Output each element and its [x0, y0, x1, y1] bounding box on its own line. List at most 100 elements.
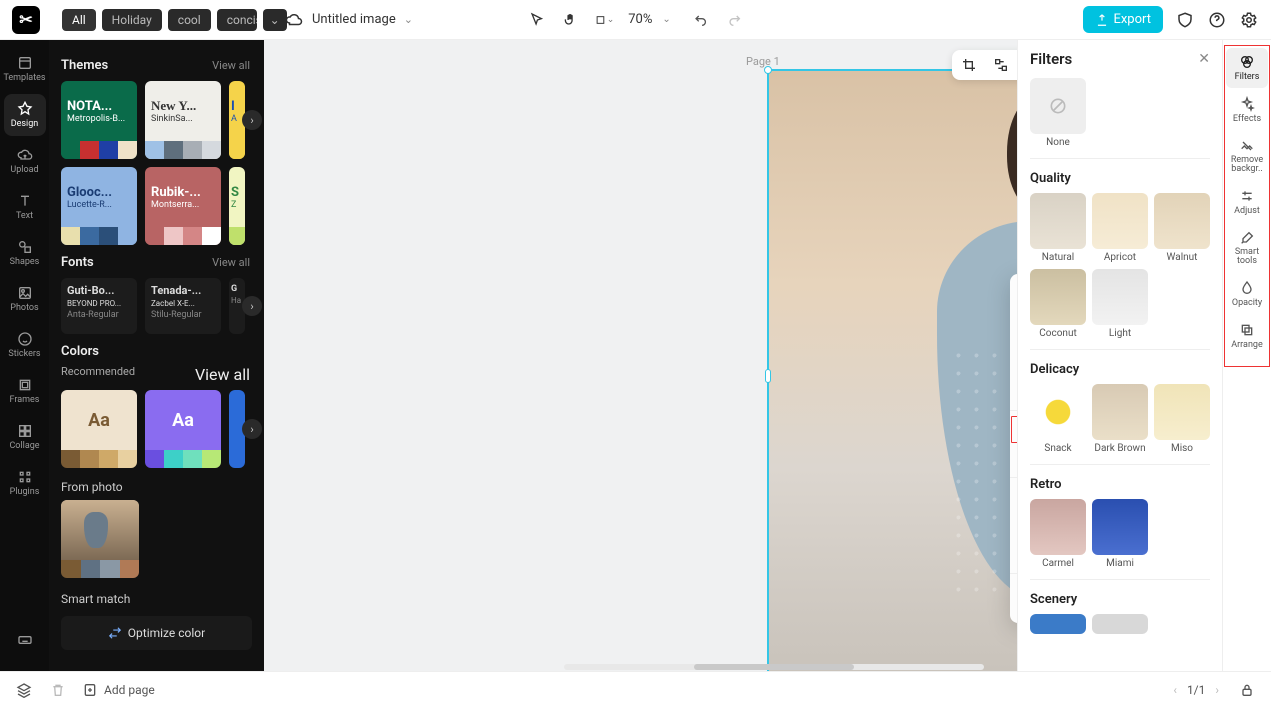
add-page-button[interactable]: Add page	[82, 682, 155, 698]
menu-layer-arrangement[interactable]: Layer arrangement›	[1010, 415, 1017, 444]
scenery-title: Scenery	[1030, 592, 1210, 607]
fonts-scroll-next[interactable]: ›	[242, 296, 262, 316]
cloud-sync-icon[interactable]	[284, 10, 304, 30]
zoom-level[interactable]: 70%⌄	[628, 12, 671, 27]
nav-text[interactable]: Text	[4, 186, 46, 228]
menu-lock[interactable]: Lock	[1010, 444, 1017, 473]
nav-plugins[interactable]: Plugins	[4, 462, 46, 504]
cursor-tool-icon[interactable]	[526, 10, 546, 30]
font-card[interactable]: Guti-Bo...BEYOND PRO...Anta-Regular	[61, 278, 137, 334]
theme-card[interactable]: New Y...SinkinSa...	[145, 81, 221, 159]
theme-card[interactable]: SZ	[229, 167, 245, 245]
menu-search-image[interactable]: Search image like this⛶	[1010, 578, 1017, 607]
theme-card[interactable]: NOTA...Metropolis-B...	[61, 81, 137, 159]
filters-panel: Filters ✕ None Quality Natural Apricot Wa…	[1017, 40, 1222, 671]
theme-card[interactable]: Rubik-...Montserra...	[145, 167, 221, 245]
tag-more[interactable]: ⌄	[263, 9, 287, 31]
lock-icon[interactable]	[1237, 680, 1257, 700]
filter-miso[interactable]: Miso	[1154, 384, 1210, 454]
rail-filters[interactable]: Filters	[1226, 48, 1268, 88]
redo-icon[interactable]	[725, 10, 745, 30]
optimize-color-button[interactable]: Optimize color	[61, 616, 252, 650]
canvas-scrollbar[interactable]	[564, 664, 984, 670]
crop-icon[interactable]	[960, 56, 978, 74]
tag-cool[interactable]: cool	[168, 9, 211, 31]
filter-none[interactable]: None	[1030, 78, 1086, 148]
undo-icon[interactable]	[691, 10, 711, 30]
menu-duplicate[interactable]: DuplicateCtrl+D	[1010, 348, 1017, 377]
filter-darkbrown[interactable]: Dark Brown	[1092, 384, 1148, 454]
export-button[interactable]: Export	[1083, 6, 1163, 33]
selected-image[interactable]	[767, 69, 1017, 671]
trash-icon[interactable]	[48, 680, 68, 700]
document-title[interactable]: Untitled image	[312, 12, 396, 27]
rail-adjust[interactable]: Adjust	[1226, 182, 1268, 222]
settings-icon[interactable]	[1239, 10, 1259, 30]
resize-handle[interactable]	[765, 369, 771, 383]
colors-viewall[interactable]: View all	[195, 365, 250, 384]
tag-all[interactable]: All	[62, 9, 96, 31]
color-card[interactable]: Aa	[145, 390, 221, 468]
title-chevron-icon[interactable]: ⌄	[404, 13, 413, 26]
menu-copy[interactable]: CopyCtrl + C	[1010, 290, 1017, 319]
crop-tool-icon[interactable]: ⌄	[594, 10, 614, 30]
nav-design[interactable]: Design	[4, 94, 46, 136]
nav-photos[interactable]: Photos	[4, 278, 46, 320]
rail-remove-bg[interactable]: Remove backgr..	[1226, 132, 1268, 180]
context-scroll-down[interactable]: ⌄	[1010, 607, 1017, 617]
menu-flip[interactable]: Flip›	[1010, 540, 1017, 569]
canvas[interactable]: Page 1 ⋯ ⌃ CopyCtrl + C PasteCtrl + V Du…	[264, 40, 1017, 671]
rail-smart-tools[interactable]: Smart tools	[1226, 224, 1268, 272]
themes-scroll-next[interactable]: ›	[242, 110, 262, 130]
nav-shapes[interactable]: Shapes	[4, 232, 46, 274]
filter-walnut[interactable]: Walnut	[1154, 193, 1210, 263]
nav-stickers[interactable]: Stickers	[4, 324, 46, 366]
layers-icon[interactable]	[14, 680, 34, 700]
filter-snack[interactable]: Snack	[1030, 384, 1086, 454]
filter-natural[interactable]: Natural	[1030, 193, 1086, 263]
menu-paste[interactable]: PasteCtrl + V	[1010, 319, 1017, 348]
tag-holiday[interactable]: Holiday	[102, 9, 162, 31]
menu-delete[interactable]: Delete⌫	[1010, 377, 1017, 406]
font-card[interactable]: Tenada-...Zacbel X-E...Stilu-Regular	[145, 278, 221, 334]
nav-frames[interactable]: Frames	[4, 370, 46, 412]
hand-tool-icon[interactable]	[560, 10, 580, 30]
nav-templates[interactable]: Templates	[4, 48, 46, 90]
rail-arrange[interactable]: Arrange	[1226, 316, 1268, 356]
filter-miami[interactable]: Miami	[1092, 499, 1148, 569]
filter-scenery-1[interactable]	[1030, 614, 1086, 634]
themes-viewall[interactable]: View all	[212, 59, 250, 72]
menu-apply-theme[interactable]: Apply color theme	[1010, 511, 1017, 540]
rail-effects[interactable]: Effects	[1226, 90, 1268, 130]
context-scroll-up[interactable]: ⌃	[1010, 280, 1017, 290]
right-tool-rail: Filters Effects Remove backgr.. Adjust S…	[1222, 40, 1271, 671]
filter-apricot[interactable]: Apricot	[1092, 193, 1148, 263]
filter-coconut[interactable]: Coconut	[1030, 269, 1086, 339]
rail-opacity[interactable]: Opacity	[1226, 274, 1268, 314]
colors-scroll-next[interactable]: ›	[242, 419, 262, 439]
shield-icon[interactable]	[1175, 10, 1195, 30]
nav-keyboard-icon[interactable]	[4, 619, 46, 661]
nav-collage[interactable]: Collage	[4, 416, 46, 458]
quality-title: Quality	[1030, 171, 1210, 186]
page-next-icon[interactable]: ›	[1215, 683, 1219, 697]
filter-light[interactable]: Light	[1092, 269, 1148, 339]
resize-handle[interactable]	[764, 66, 772, 74]
page-indicator: 1/1	[1187, 683, 1205, 697]
page-prev-icon[interactable]: ‹	[1173, 683, 1177, 697]
filter-scenery-2[interactable]	[1092, 614, 1148, 634]
from-photo-card[interactable]	[61, 500, 139, 578]
filter-carmel[interactable]: Carmel	[1030, 499, 1086, 569]
design-panel: ThemesView all NOTA...Metropolis-B... Ne…	[49, 40, 264, 671]
replace-icon[interactable]	[992, 56, 1010, 74]
close-icon[interactable]: ✕	[1198, 51, 1210, 67]
nav-upload[interactable]: Upload	[4, 140, 46, 182]
filters-title: Filters	[1030, 50, 1072, 68]
help-icon[interactable]	[1207, 10, 1227, 30]
fonts-viewall[interactable]: View all	[212, 256, 250, 269]
color-card[interactable]: Aa	[61, 390, 137, 468]
app-logo[interactable]: ✂	[12, 6, 40, 34]
theme-card[interactable]: Glooc...Lucette-R...	[61, 167, 137, 245]
tag-concise[interactable]: concise	[217, 9, 257, 31]
menu-set-background[interactable]: Set as background	[1010, 482, 1017, 511]
